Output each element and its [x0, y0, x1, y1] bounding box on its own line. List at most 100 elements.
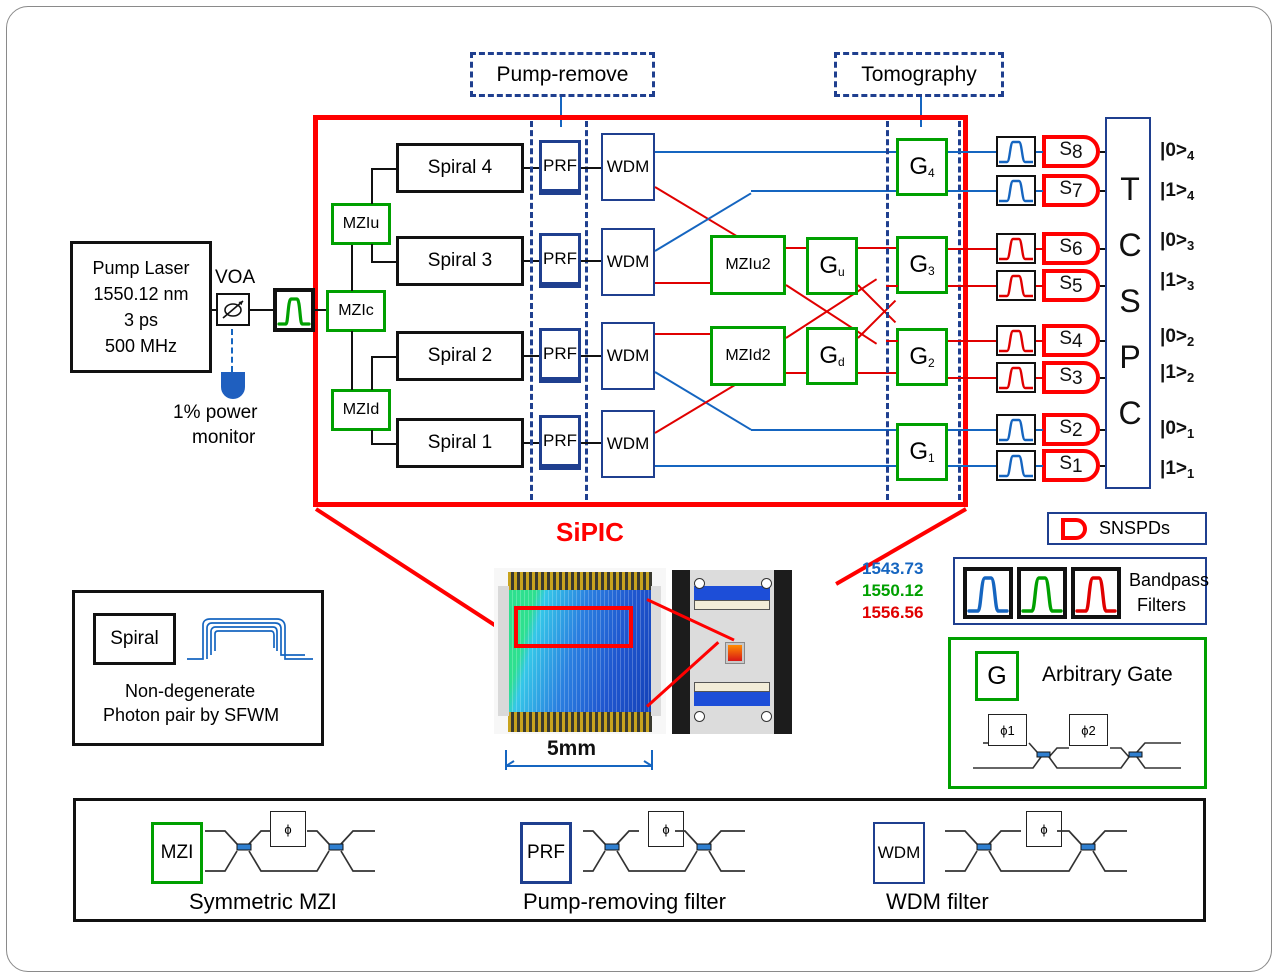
- figure-canvas: Pump-remove Tomography Pump Laser 1550.1…: [0, 0, 1280, 980]
- prf-3-label: PRF: [543, 249, 577, 268]
- power-monitor-label-2: monitor: [192, 427, 256, 448]
- wavelength-3: 1556.56: [862, 603, 924, 622]
- legend-prf-schematic: [583, 830, 745, 872]
- legend-wdm-box: WDM: [873, 822, 925, 884]
- chip-pads-bottom: [508, 712, 652, 732]
- wire-mzid-spiral2-h: [371, 356, 397, 358]
- wdm-2-box: WDM: [601, 322, 655, 390]
- legend-gate-g-label: G: [987, 661, 1007, 690]
- gate-u-box: Gu: [806, 237, 858, 295]
- callout-tomography: Tomography: [834, 52, 1004, 97]
- legend-mzi-caption: Symmetric MZI: [189, 889, 337, 914]
- prf-2-label: PRF: [543, 344, 577, 363]
- ket-output-7: |0>1: [1160, 418, 1195, 441]
- gate-4-label: G4: [909, 153, 935, 180]
- spiral-1-box: Spiral 1: [396, 418, 524, 468]
- module-screw-tl: [694, 578, 705, 589]
- input-bandpass-filter-icon: [273, 288, 315, 332]
- pump-laser-box: Pump Laser 1550.12 nm 3 ps 500 MHz: [70, 241, 212, 373]
- wire-mzic-down: [351, 331, 353, 390]
- legend-mzi-box: MZI: [151, 822, 203, 884]
- voa-label: VOA: [215, 267, 256, 288]
- wire-mzid2-gd-straight: [786, 372, 807, 374]
- wire-mziu-spiral4-h: [371, 168, 397, 170]
- snspd-detector-8: S8: [1042, 135, 1100, 168]
- ket-output-1: |0>4: [1160, 140, 1195, 163]
- legend-gate-waveguide-schematic: [973, 742, 1181, 769]
- wire-mziu-spiral3-h: [371, 261, 397, 263]
- pump-laser-line-1: Pump Laser: [92, 257, 190, 278]
- legend-bandpass-label-2: Filters: [1137, 595, 1186, 615]
- chip-scale-bar-label: 5mm: [547, 737, 597, 760]
- wire-prf4-wdm4: [581, 167, 602, 169]
- voa-box: [216, 293, 250, 326]
- bandpass-filter-row-4: [996, 270, 1036, 301]
- power-monitor-detector-icon: [221, 372, 245, 399]
- module-screw-tr: [761, 578, 772, 589]
- legend-bandpass-label-1: Bandpass: [1129, 570, 1210, 590]
- legend-spiral-box-label: Spiral: [110, 628, 159, 649]
- snspd-4-label: S4: [1059, 328, 1083, 352]
- bandpass-filter-row-1: [996, 136, 1036, 167]
- legend-gate-g-box: G: [975, 651, 1019, 701]
- mzi-d-label: MZId: [342, 401, 380, 418]
- legend-prf-box: PRF: [520, 822, 572, 884]
- spiral-4-box: Spiral 4: [396, 143, 524, 193]
- legend-bottom-bar: MZI ϕ Symmetric MZI PRF ϕ Pump-removing …: [73, 798, 1206, 922]
- legend-bandpass-icon-red: [1071, 567, 1121, 619]
- snspd-detector-2: S2: [1042, 413, 1100, 446]
- wire-wdm1-blue-to-g1: [655, 465, 898, 467]
- snspd-1-label: S1: [1059, 453, 1083, 477]
- wire-filter5-snspd4: [1036, 340, 1043, 342]
- pump-laser-line-4: 500 MHz: [104, 336, 178, 357]
- callout-pump-remove-label: Pump-remove: [496, 63, 629, 86]
- legend-mzi-schematic: [205, 830, 375, 872]
- wdm-2-label: WDM: [606, 346, 650, 365]
- module-frame-left: [672, 570, 690, 734]
- gate-2-box: G2: [896, 328, 948, 386]
- wdm-3-label: WDM: [606, 252, 650, 271]
- wire-mzid-spiral2-v: [371, 356, 373, 390]
- prf-1-box: PRF: [539, 415, 581, 470]
- wire-g1-out-upper: [948, 429, 996, 431]
- mzi-u-label: MZIu: [342, 215, 380, 232]
- spiral-2-label: Spiral 2: [427, 345, 493, 366]
- wdm-4-label: WDM: [606, 157, 650, 176]
- wavelength-2: 1550.12: [862, 581, 924, 600]
- wire-g2-out-upper: [948, 340, 996, 342]
- legend-arbitrary-gate-label: Arbitrary Gate: [1042, 663, 1173, 686]
- mzi-u-box: MZIu: [331, 203, 391, 245]
- wire-prf1-wdm1: [581, 442, 602, 444]
- legend-spiral-caption-2: Photon pair by SFWM: [103, 705, 280, 725]
- module-connector-top: [694, 586, 770, 600]
- wire-prf2-wdm2: [581, 355, 602, 357]
- wire-filter8-snspd1: [1036, 465, 1043, 467]
- spiral-4-label: Spiral 4: [427, 157, 493, 178]
- chip-edge-left: [498, 586, 509, 716]
- wire-mziu-spiral4-v: [371, 168, 373, 204]
- wavelength-1: 1543.73: [862, 559, 924, 578]
- tomography-region-left-dash: [886, 121, 889, 500]
- prf-2-box: PRF: [539, 328, 581, 383]
- wire-wdm3-red-to-mziu2: [655, 282, 711, 284]
- wire-filter6-snspd3: [1036, 377, 1043, 379]
- wire-filter4-snspd5: [1036, 285, 1043, 287]
- spiral-1-label: Spiral 1: [427, 432, 493, 453]
- legend-prf-box-label: PRF: [527, 842, 565, 863]
- wire-mziu2-gu-straight: [786, 247, 807, 249]
- wdm-1-box: WDM: [601, 410, 655, 478]
- spiral-3-box: Spiral 3: [396, 236, 524, 286]
- bandpass-filter-row-7: [996, 414, 1036, 445]
- gate-d-box: Gd: [806, 327, 858, 385]
- callout-tomography-label: Tomography: [861, 63, 977, 86]
- tcspc-box: T C S P C: [1105, 117, 1151, 489]
- wire-wdm2-blue-straight-g1: [751, 429, 898, 431]
- wire-mzid-spiral1-h: [371, 443, 397, 445]
- legend-mzi-box-label: MZI: [160, 842, 194, 863]
- gate-3-label: G3: [909, 251, 935, 278]
- wire-g3-out-lower: [948, 285, 996, 287]
- ket-output-2: |1>4: [1160, 180, 1195, 203]
- wire-filter1-snspd8: [1036, 151, 1043, 153]
- snspd-2-label: S2: [1059, 417, 1083, 441]
- mzi-c-label: MZIc: [338, 302, 374, 319]
